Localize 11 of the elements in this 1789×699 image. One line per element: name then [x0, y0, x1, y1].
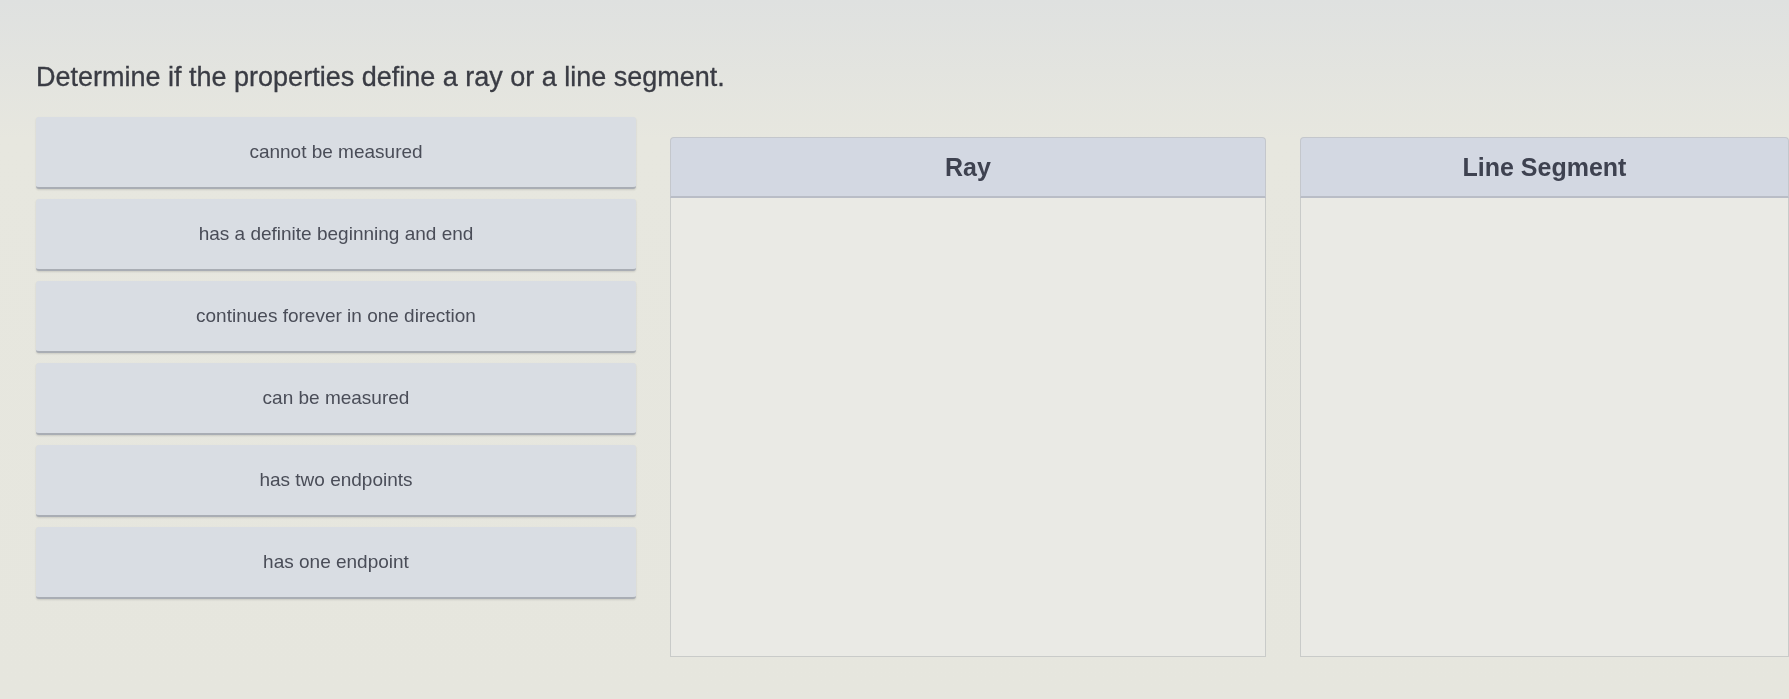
draggable-answer-tile[interactable]: can be measured	[36, 363, 636, 435]
category-title: Line Segment	[1462, 152, 1627, 182]
draggable-answer-tile[interactable]: continues forever in one direction	[36, 281, 636, 353]
draggable-answer-tile[interactable]: has one endpoint	[36, 527, 636, 599]
draggable-answer-tile[interactable]: cannot be measured	[36, 117, 636, 189]
draggable-answer-tile[interactable]: has two endpoints	[36, 445, 636, 517]
category-title: Ray	[945, 152, 991, 182]
drop-zone[interactable]	[1300, 198, 1789, 657]
drop-zone[interactable]	[670, 198, 1266, 657]
draggable-answer-tile[interactable]: has a definite beginning and end	[36, 199, 636, 271]
question-prompt: Determine if the properties define a ray or a line segment.	[36, 62, 725, 93]
